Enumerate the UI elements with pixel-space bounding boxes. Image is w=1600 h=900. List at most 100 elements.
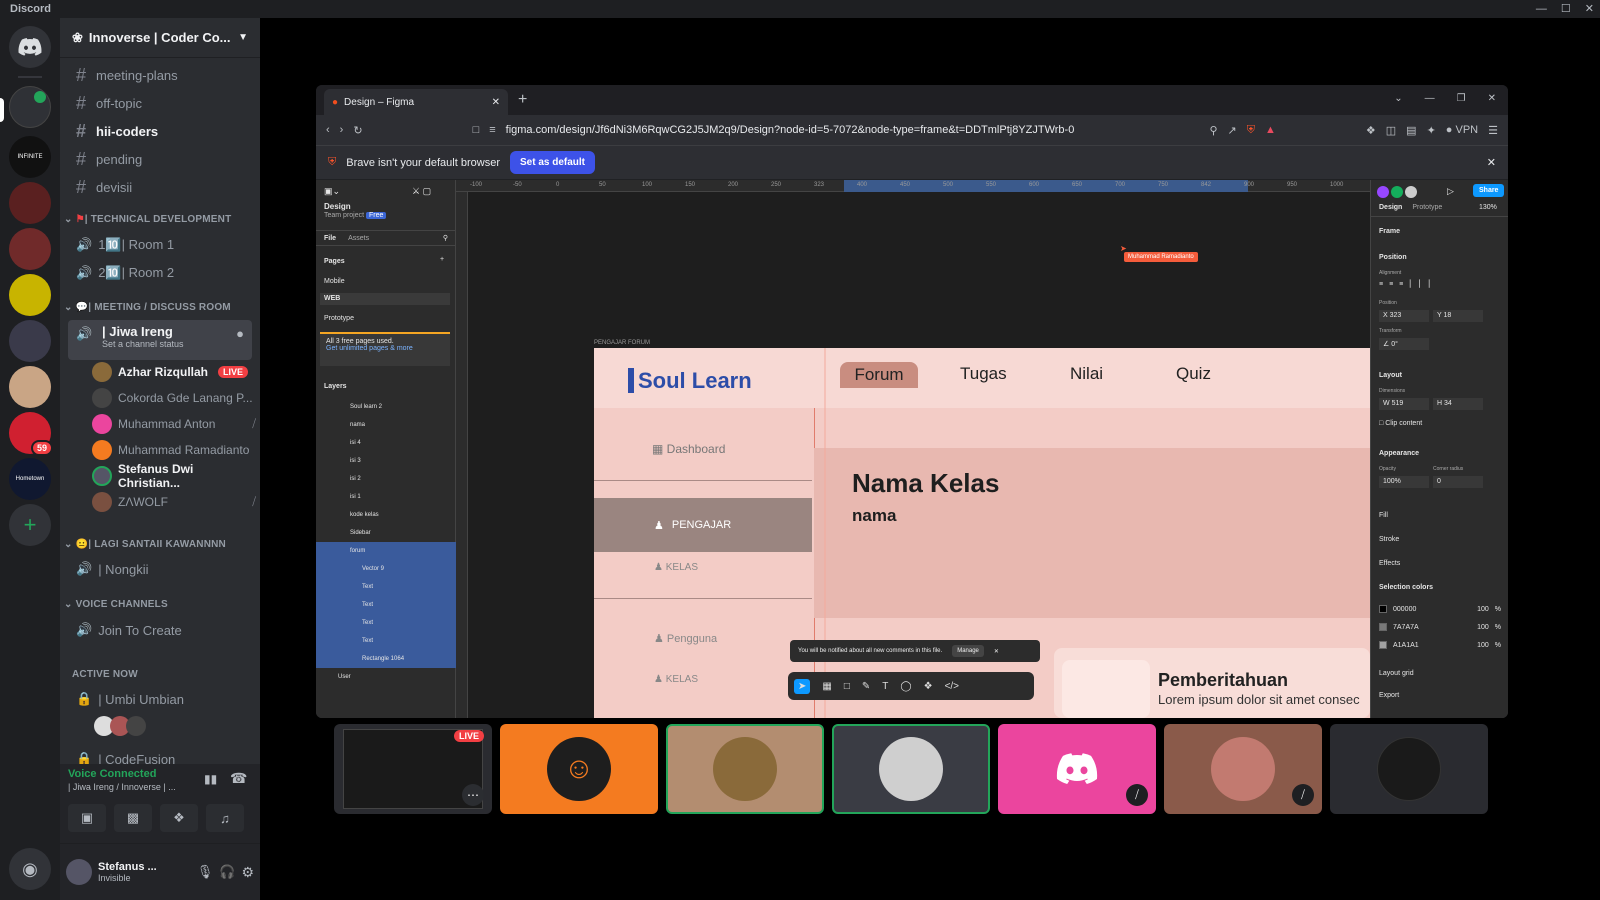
- discover-icon[interactable]: ◉: [9, 848, 51, 890]
- search-icon[interactable]: ⚲: [443, 234, 448, 242]
- frame-label[interactable]: PENGAJAR FORUM: [594, 340, 650, 346]
- voice-channel-jiwa-ireng[interactable]: 🔊 | Jiwa Ireng Set a channel status ●: [68, 320, 252, 360]
- sidebar-kelas-2[interactable]: ♟ KELAS: [654, 674, 698, 685]
- tab-design[interactable]: Design: [1379, 204, 1402, 211]
- layer-item[interactable]: isi 3: [316, 452, 456, 470]
- shape-tool-icon[interactable]: □: [844, 681, 850, 692]
- text-tool-icon[interactable]: T: [882, 681, 888, 692]
- voice-user[interactable]: Stefanus Dwi Christian...: [92, 462, 256, 490]
- tab-assets[interactable]: Assets: [348, 235, 369, 242]
- server-icon[interactable]: [9, 274, 51, 316]
- camera-icon[interactable]: ▣: [68, 804, 106, 832]
- tab-file[interactable]: File: [324, 235, 336, 242]
- add-page-icon[interactable]: +: [440, 256, 444, 263]
- category-technical[interactable]: ⌄ ⚑| TECHNICAL DEVELOPMENT: [64, 214, 231, 225]
- voice-channel-room2[interactable]: 🔊 2🔟| Room 2: [68, 260, 252, 286]
- layer-item[interactable]: isi 2: [316, 470, 456, 488]
- server-hometown-icon[interactable]: Hometown: [9, 458, 51, 500]
- frame-tool-icon[interactable]: ▦: [822, 681, 831, 692]
- rotation-input[interactable]: ∠ 0°: [1379, 338, 1429, 350]
- server-icon[interactable]: [9, 228, 51, 270]
- channel-devisii[interactable]: # devisii: [68, 174, 252, 200]
- sidebar-kelas[interactable]: ♟ KELAS: [654, 562, 698, 573]
- pen-tool-icon[interactable]: ✎: [862, 681, 870, 692]
- color-swatch[interactable]: [1379, 641, 1387, 649]
- dev-mode-icon[interactable]: </>: [945, 681, 959, 692]
- server-icon[interactable]: [9, 366, 51, 408]
- set-default-button[interactable]: Set as default: [509, 151, 596, 174]
- design-frame[interactable]: ​Soul Learn Forum Tugas Nilai Quiz ▦ Das…: [594, 348, 1370, 718]
- color-swatch[interactable]: [1379, 605, 1387, 613]
- voice-user[interactable]: ZΛWOLF ⧸: [92, 490, 256, 514]
- voice-channel-nongkii[interactable]: 🔊 | Nongkii: [68, 556, 252, 582]
- selection-color-row[interactable]: A1A1A1 100%: [1379, 636, 1501, 654]
- sidebar-icon[interactable]: ◫: [1386, 124, 1396, 137]
- tab-list-icon[interactable]: ⌄: [1394, 93, 1402, 104]
- layer-item[interactable]: Text: [316, 632, 456, 650]
- headphones-icon[interactable]: 🎧: [219, 864, 235, 880]
- vpn-button[interactable]: ● VPN: [1446, 124, 1478, 136]
- back-icon[interactable]: ‹: [326, 124, 330, 136]
- forward-icon[interactable]: ›: [340, 124, 344, 136]
- collaborator-avatar[interactable]: [1377, 186, 1389, 198]
- share-button[interactable]: Share: [1473, 184, 1505, 197]
- channel-pending[interactable]: # pending: [68, 146, 252, 172]
- width-input[interactable]: W 519: [1379, 398, 1429, 410]
- url-input[interactable]: figma.com/design/Jf6dNi3M6RqwCG2J5JM2q9/…: [506, 124, 1200, 136]
- move-tool-icon[interactable]: ➤: [794, 678, 811, 694]
- voice-user[interactable]: Azhar Rizqullah LIVE: [92, 360, 256, 384]
- y-input[interactable]: Y 18: [1433, 310, 1483, 322]
- page-web[interactable]: WEB: [320, 293, 450, 305]
- color-hex[interactable]: A1A1A1: [1393, 642, 1419, 649]
- channel-status[interactable]: Set a channel status: [102, 339, 184, 349]
- tab-prototype[interactable]: Prototype: [1412, 204, 1442, 211]
- sidebar-dashboard[interactable]: ▦ Dashboard: [652, 442, 725, 456]
- toast-close-icon[interactable]: ✕: [994, 648, 999, 655]
- activities-icon[interactable]: ❖: [160, 804, 198, 832]
- add-server-icon[interactable]: +: [9, 504, 51, 546]
- noise-icon[interactable]: ▮▮: [204, 772, 217, 786]
- voice-channel-room1[interactable]: 🔊 1🔟| Room 1: [68, 232, 252, 258]
- voice-user[interactable]: Cokorda Gde Lanang P...: [92, 386, 256, 410]
- selection-color-row[interactable]: 000000 100%: [1379, 600, 1501, 618]
- layout-grid-header[interactable]: Layout grid: [1379, 670, 1414, 677]
- effects-header[interactable]: Effects: [1379, 560, 1400, 567]
- nav-tugas[interactable]: Tugas: [960, 364, 1007, 384]
- server-icon[interactable]: [9, 320, 51, 362]
- color-opacity[interactable]: 100: [1477, 642, 1489, 649]
- clip-content-checkbox[interactable]: □ Clip content: [1379, 420, 1422, 427]
- share-icon[interactable]: ↗: [1228, 124, 1237, 137]
- collaborator-avatar[interactable]: [1391, 186, 1403, 198]
- browser-tab[interactable]: ● Design – Figma ✕: [324, 89, 508, 115]
- server-infinite-icon[interactable]: INFINITE: [9, 136, 51, 178]
- color-opacity[interactable]: 100: [1477, 606, 1489, 613]
- layer-item[interactable]: Vector 9: [316, 560, 456, 578]
- disconnect-icon[interactable]: ☎: [230, 770, 247, 787]
- layer-item[interactable]: forum: [316, 542, 456, 560]
- layer-item[interactable]: User: [316, 668, 456, 686]
- toast-manage-button[interactable]: Manage: [952, 645, 984, 657]
- layer-item[interactable]: Soul learn 2: [316, 398, 456, 416]
- minimize-icon[interactable]: —: [1425, 93, 1435, 104]
- channel-off-topic[interactable]: # off-topic: [68, 90, 252, 116]
- voice-user[interactable]: Muhammad Anton ⧸: [92, 412, 256, 436]
- participant-tile[interactable]: ⧸: [1164, 724, 1322, 814]
- components-icon[interactable]: ❖: [924, 681, 933, 692]
- zoom-level[interactable]: 130%: [1479, 204, 1497, 211]
- layer-item[interactable]: Text: [316, 578, 456, 596]
- layer-item[interactable]: Sidebar: [316, 524, 456, 542]
- screen-share-icon[interactable]: ▩: [114, 804, 152, 832]
- participant-tile-speaking[interactable]: [832, 724, 990, 814]
- color-opacity[interactable]: 100: [1477, 624, 1489, 631]
- fill-header[interactable]: Fill: [1379, 512, 1388, 519]
- close-icon[interactable]: ✕: [1488, 93, 1496, 104]
- mic-icon[interactable]: 🎙: [197, 864, 214, 880]
- new-tab-icon[interactable]: +: [518, 91, 527, 109]
- reload-icon[interactable]: ↻: [353, 124, 362, 137]
- layer-item[interactable]: isi 4: [316, 434, 456, 452]
- nav-quiz[interactable]: Quiz: [1176, 364, 1211, 384]
- page-mobile[interactable]: Mobile: [324, 278, 345, 285]
- layer-item[interactable]: Text: [316, 596, 456, 614]
- play-icon[interactable]: ▷: [1447, 186, 1454, 197]
- close-infobar-icon[interactable]: ✕: [1487, 156, 1496, 169]
